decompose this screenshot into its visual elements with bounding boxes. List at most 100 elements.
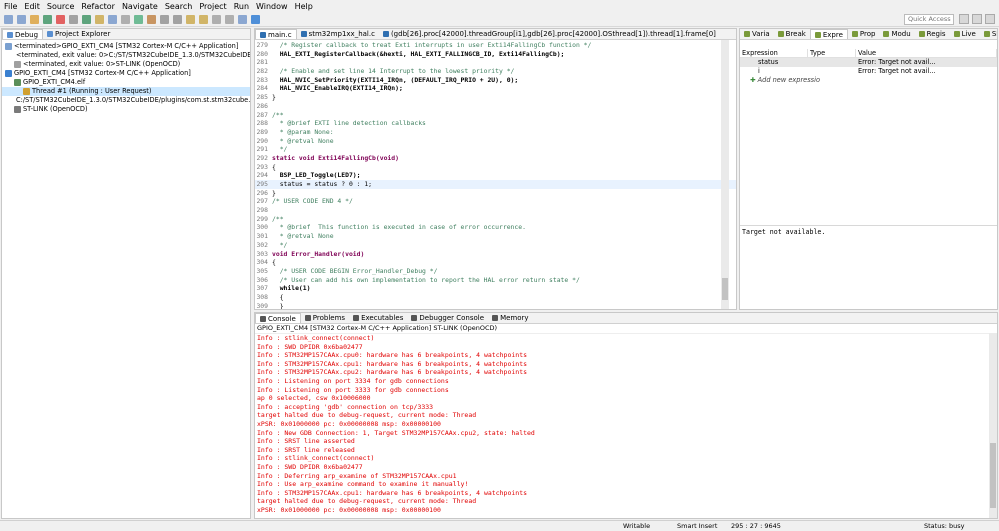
tab-sfrs[interactable]: SFRs: [980, 29, 997, 39]
toolbar-button-icon[interactable]: [30, 15, 39, 24]
debug-tree-label: ST-LINK (OpenOCD): [23, 105, 88, 113]
tab-prop[interactable]: Prop: [848, 29, 880, 39]
toolbar-button-icon[interactable]: [186, 15, 195, 24]
tab-regis[interactable]: Regis: [915, 29, 950, 39]
debug-tree-item[interactable]: <terminated, exit value: 0>ST-LINK (Open…: [2, 60, 250, 69]
line-number: 290: [256, 136, 268, 145]
debug-tree-item[interactable]: GPIO_EXTI_CM4 [STM32 Cortex-M C/C++ Appl…: [2, 69, 250, 78]
tab-break[interactable]: Break: [774, 29, 810, 39]
toolbar-button-icon[interactable]: [212, 15, 221, 24]
expression-expr: status: [758, 58, 779, 66]
status-bar: Writable Smart Insert 295 : 27 : 9645 St…: [0, 520, 999, 531]
scroll-thumb[interactable]: [722, 278, 728, 300]
code-text: /* USER CODE BEGIN Error_Handler_Debug *…: [272, 266, 438, 275]
menu-search[interactable]: Search: [165, 2, 192, 11]
toolbar-button-icon[interactable]: [43, 15, 52, 24]
menu-help[interactable]: Help: [295, 2, 313, 11]
editor-vertical-scrollbar[interactable]: [721, 40, 729, 309]
console-line: Info : STM32MP157CAAx.cpu1: hardware has…: [257, 359, 528, 368]
toolbar-button-icon[interactable]: [82, 15, 91, 24]
toolbar-button-icon[interactable]: [147, 15, 156, 24]
line-number: 286: [256, 101, 268, 110]
toolbar-button-icon[interactable]: [251, 15, 260, 24]
line-number: 296: [256, 188, 268, 197]
tab-executables[interactable]: Executables: [349, 313, 407, 323]
code-text: }: [272, 188, 276, 197]
toolbar-button-icon[interactable]: [121, 15, 130, 24]
debug-tree-item[interactable]: GPIO_EXTI_CM4.elf: [2, 78, 250, 87]
perspective-icon[interactable]: [985, 14, 995, 24]
tab-expre[interactable]: Expre: [809, 29, 848, 39]
menu-project[interactable]: Project: [199, 2, 226, 11]
console-line: xPSR: 0x01000000 pc: 0x00000008 msp: 0x0…: [257, 419, 441, 428]
toolbar-button-icon[interactable]: [225, 15, 234, 24]
tab-main-c[interactable]: main.c: [255, 29, 297, 39]
perspective-icon[interactable]: [959, 14, 969, 24]
line-number: 284: [256, 84, 268, 93]
menu-edit[interactable]: Edit: [24, 2, 40, 11]
add-expression-button[interactable]: ✚ Add new expressio: [740, 76, 997, 85]
toolbar-button-icon[interactable]: [160, 15, 169, 24]
line-number: 287: [256, 110, 268, 119]
debug-tree-item[interactable]: <terminated, exit value: 0>C:/ST/STM32Cu…: [2, 51, 250, 60]
menu-run[interactable]: Run: [234, 2, 249, 11]
tab-modu[interactable]: Modu: [879, 29, 914, 39]
perspective-icon[interactable]: [972, 14, 982, 24]
toolbar-button-icon[interactable]: [238, 15, 247, 24]
menu-refactor[interactable]: Refactor: [81, 2, 115, 11]
menu-navigate[interactable]: Navigate: [122, 2, 158, 11]
tab-debugger-console[interactable]: Debugger Console: [407, 313, 488, 323]
toolbar-button-icon[interactable]: [69, 15, 78, 24]
menu-source[interactable]: Source: [47, 2, 74, 11]
code-line: 289 * @param None:: [255, 128, 736, 137]
code-line: 301 * @retval None: [255, 232, 736, 241]
tab-icon: [260, 31, 266, 38]
expressions-column-header[interactable]: Type: [808, 49, 856, 57]
toolbar-button-icon[interactable]: [173, 15, 182, 24]
expressions-column-header[interactable]: Expression: [740, 49, 808, 57]
tab-live[interactable]: Live: [950, 29, 980, 39]
tab-memory[interactable]: Memory: [488, 313, 532, 323]
console-output[interactable]: Info : stlink_connect(connect) Info : SWD…: [255, 334, 997, 514]
cursor-position-status: 295 : 27 : 9645: [731, 522, 781, 530]
toolbar-button-icon[interactable]: [199, 15, 208, 24]
tab-icon: [983, 31, 990, 37]
tab-stm32mp1xx-hal-c[interactable]: stm32mp1xx_hal.c: [297, 29, 379, 39]
quick-access-input[interactable]: Quick Access: [904, 14, 954, 25]
code-area[interactable]: 279 /* Register callback to treat Exti i…: [255, 40, 736, 310]
toolbar-button-icon[interactable]: [108, 15, 117, 24]
tab-label: (gdb[26].proc[42000].threadGroup[i1],gdb…: [390, 30, 716, 38]
line-number: 309: [256, 301, 268, 310]
perspective-switcher[interactable]: [959, 14, 995, 25]
tab-varia[interactable]: Varia: [740, 29, 774, 39]
expression-row[interactable]: i Error: Target not avail...: [740, 67, 997, 76]
toolbar-button-icon[interactable]: [4, 15, 13, 24]
toolbar-button-icon[interactable]: [17, 15, 26, 24]
tab-label: Debugger Console: [419, 314, 485, 322]
debug-tree-item[interactable]: Thread #1 (Running : User Request): [2, 87, 250, 96]
toolbar-button-icon[interactable]: [95, 15, 104, 24]
tab-console[interactable]: Console: [255, 313, 301, 323]
tab-problems[interactable]: Problems: [301, 313, 349, 323]
menu-file[interactable]: File: [4, 2, 17, 11]
menu-window[interactable]: Window: [256, 2, 288, 11]
code-line: 279 /* Register callback to treat Exti i…: [255, 41, 736, 50]
expression-row[interactable]: status Error: Target not avail...: [740, 58, 997, 67]
line-number: 291: [256, 145, 268, 154]
expressions-column-header[interactable]: Value: [856, 49, 997, 57]
scroll-thumb[interactable]: [990, 443, 996, 508]
debug-tree-item[interactable]: ST-LINK (OpenOCD): [2, 105, 250, 114]
debug-tree-item[interactable]: C:/ST/STM32CubeIDE_1.3.0/STM32CubeIDE/pl…: [2, 96, 250, 105]
debug-tree-item[interactable]: <terminated>GPIO_EXTI_CM4 [STM32 Cortex-…: [2, 42, 250, 51]
console-line: Info : SRST line asserted: [257, 437, 355, 446]
toolbar-button-icon[interactable]: [134, 15, 143, 24]
console-vertical-scrollbar[interactable]: [989, 333, 997, 518]
tab-icon: [47, 31, 54, 37]
toolbar-button-icon[interactable]: [56, 15, 65, 24]
tab-debug[interactable]: Debug: [2, 29, 44, 39]
tab-project-explorer[interactable]: Project Explorer: [43, 29, 114, 39]
code-line: 305 /* USER CODE BEGIN Error_Handler_Deb…: [255, 267, 736, 276]
tab--gdb-26-proc-42000-t[interactable]: (gdb[26].proc[42000].threadGroup[i1],gdb…: [379, 29, 720, 39]
insert-mode-status: Smart Insert: [677, 522, 718, 530]
line-number: 294: [256, 171, 268, 180]
